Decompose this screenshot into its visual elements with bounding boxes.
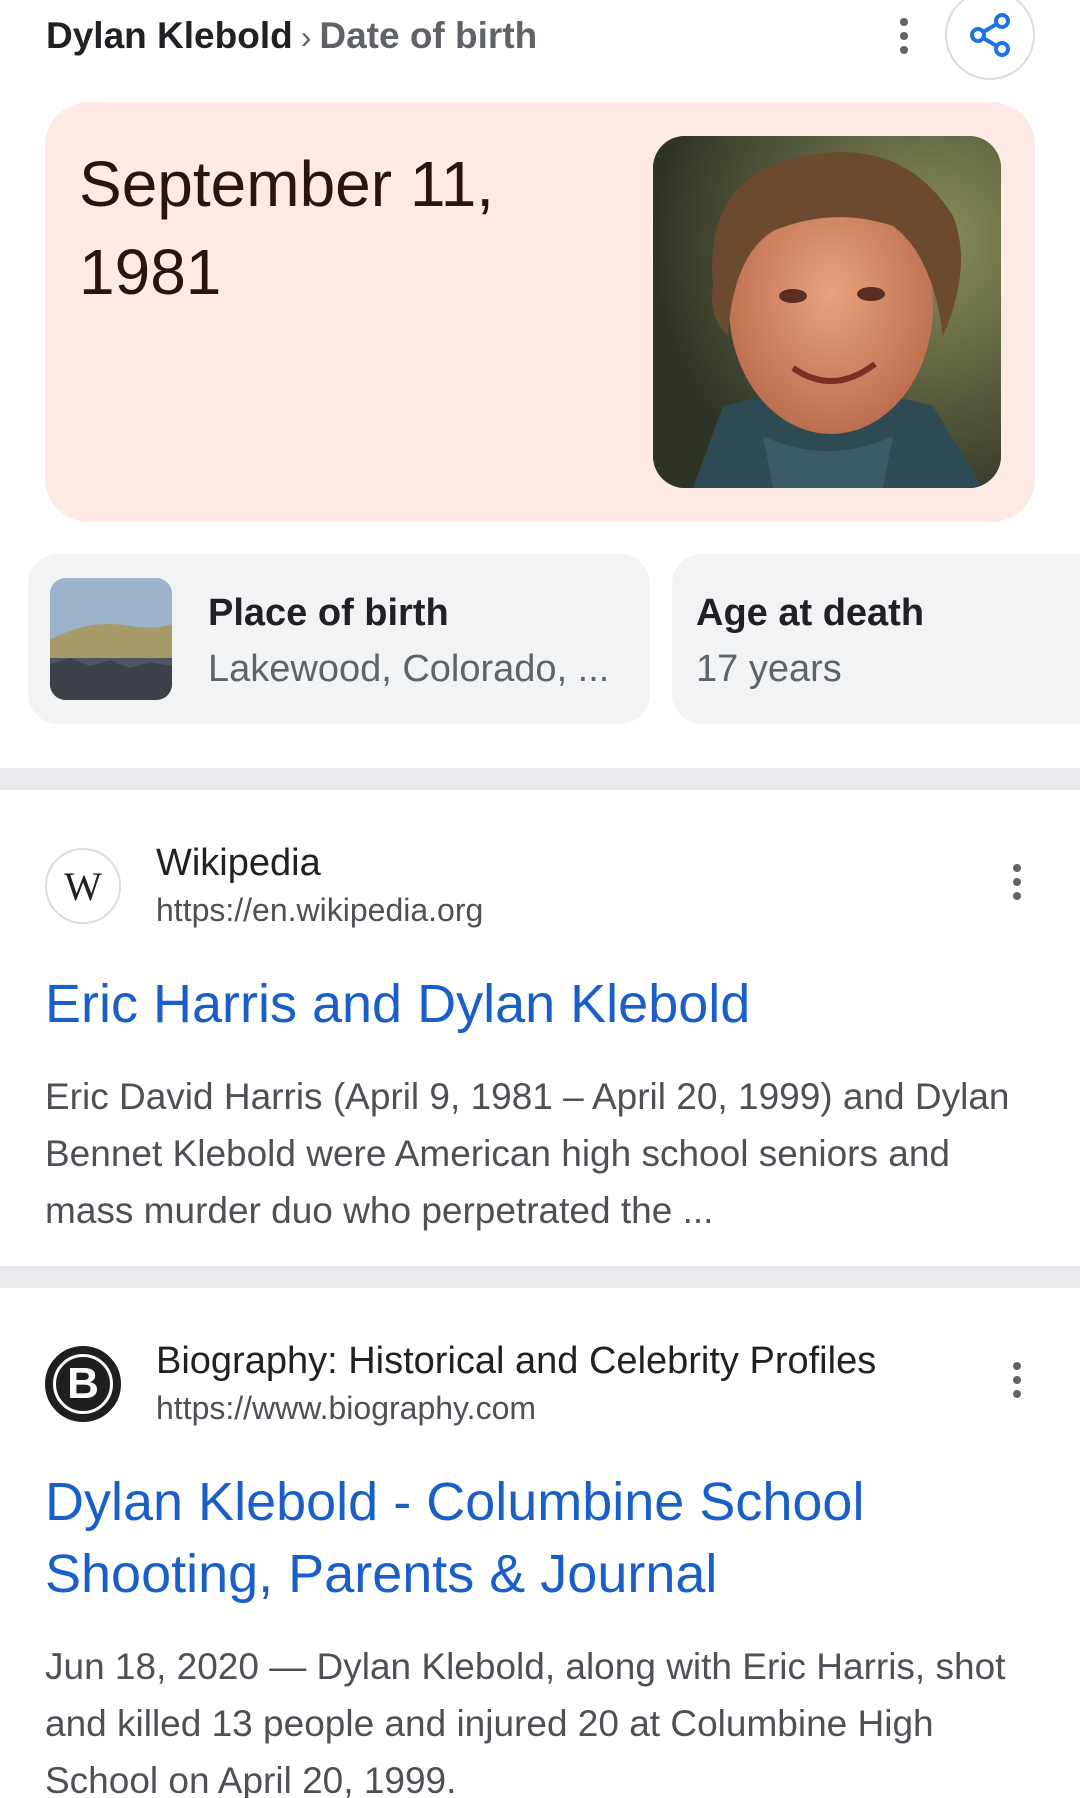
more-options-icon[interactable] [884,6,924,66]
chip-value: Lakewood, Colorado, ... [208,648,610,690]
result-title-link[interactable]: Dylan Klebold - Columbine School Shootin… [45,1466,1045,1610]
place-of-birth-chip[interactable]: Place of birth Lakewood, Colorado, ... [28,554,650,724]
result-more-options-icon[interactable] [997,852,1037,912]
chip-title: Age at death [696,592,925,634]
search-results-page: Dylan Klebold › Date of birth September 11… [0,0,1080,1798]
section-divider [0,768,1080,790]
breadcrumb-attribute: Date of birth [319,15,538,56]
knowledge-header: Dylan Klebold › Date of birth [0,0,1080,96]
breadcrumb: Dylan Klebold › Date of birth [46,14,537,59]
chip-title: Place of birth [208,592,449,634]
breadcrumb-separator: › [300,19,312,55]
share-button[interactable] [945,0,1035,80]
section-divider [0,1266,1080,1288]
chip-value: 17 years [696,648,842,690]
age-at-death-chip[interactable]: Age at death 17 years [672,554,1080,724]
result-url[interactable]: https://en.wikipedia.org [156,890,483,930]
breadcrumb-entity[interactable]: Dylan Klebold [46,15,293,56]
answer-value: September 11, 1981 [79,148,495,308]
result-url[interactable]: https://www.biography.com [156,1388,536,1428]
result-site-name[interactable]: Wikipedia [156,840,321,886]
answer-card: September 11, 1981 [45,102,1035,522]
share-icon [970,13,1010,57]
result-snippet: Jun 18, 2020 — Dylan Klebold, along with… [45,1646,1006,1798]
result-title-link[interactable]: Eric Harris and Dylan Klebold [45,968,1045,1040]
result-more-options-icon[interactable] [997,1350,1037,1410]
search-result: B Biography: Historical and Celebrity Pr… [0,1288,1080,1798]
result-snippet: Eric David Harris (April 9, 1981 – April… [45,1076,1010,1231]
biography-favicon-icon: B [45,1346,121,1422]
person-photo[interactable] [653,136,1001,488]
result-site-name[interactable]: Biography: Historical and Celebrity Prof… [156,1338,876,1384]
wikipedia-favicon-icon: W [45,848,121,924]
place-thumbnail [50,578,172,700]
search-result: W Wikipedia https://en.wikipedia.org Eri… [0,790,1080,1270]
